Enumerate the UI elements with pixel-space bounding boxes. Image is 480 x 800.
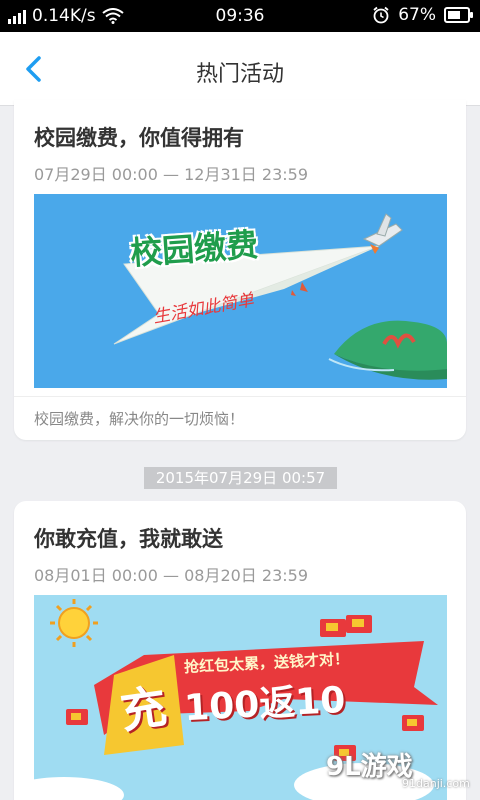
battery-icon [444, 7, 473, 23]
watermark-url: 91danji.com [402, 777, 470, 790]
battery-percent: 67% [398, 5, 436, 25]
page-title: 热门活动 [195, 62, 284, 87]
activity-date-range: 07月29日 00:00 — 12月31日 23:59 [34, 165, 309, 184]
activity-description: 校园缴费，解决你的一切烦恼！ [34, 410, 245, 428]
banner-headline: 校园缴费 [128, 225, 260, 273]
status-bar: 0.14K/s 09:36 67% [0, 0, 480, 32]
watermark-logo: 9L游戏 [326, 752, 413, 782]
activity-banner-image[interactable]: 校园缴费 生活如此简单 [34, 194, 447, 388]
activity-card-campus-payment[interactable]: 校园缴费，你值得拥有 07月29日 00:00 — 12月31日 23:59 校… [14, 100, 466, 440]
alarm-icon [373, 6, 389, 24]
timestamp-label: 2015年07月29日 00:57 [144, 467, 337, 489]
banner-big-char: 充 [116, 679, 170, 739]
banner-offer: 100返10 [183, 679, 347, 730]
status-right: 67% [372, 5, 473, 25]
battery-fill [448, 11, 460, 19]
card-divider [14, 396, 466, 397]
site-watermark: 9L游戏 91danji.com [282, 746, 472, 794]
activity-date-range: 08月01日 00:00 — 08月20日 23:59 [34, 566, 309, 585]
activity-title: 校园缴费，你值得拥有 [34, 126, 244, 150]
app-header: 热门活动 [0, 32, 480, 106]
activity-title: 你敢充值，我就敢送 [34, 527, 223, 551]
